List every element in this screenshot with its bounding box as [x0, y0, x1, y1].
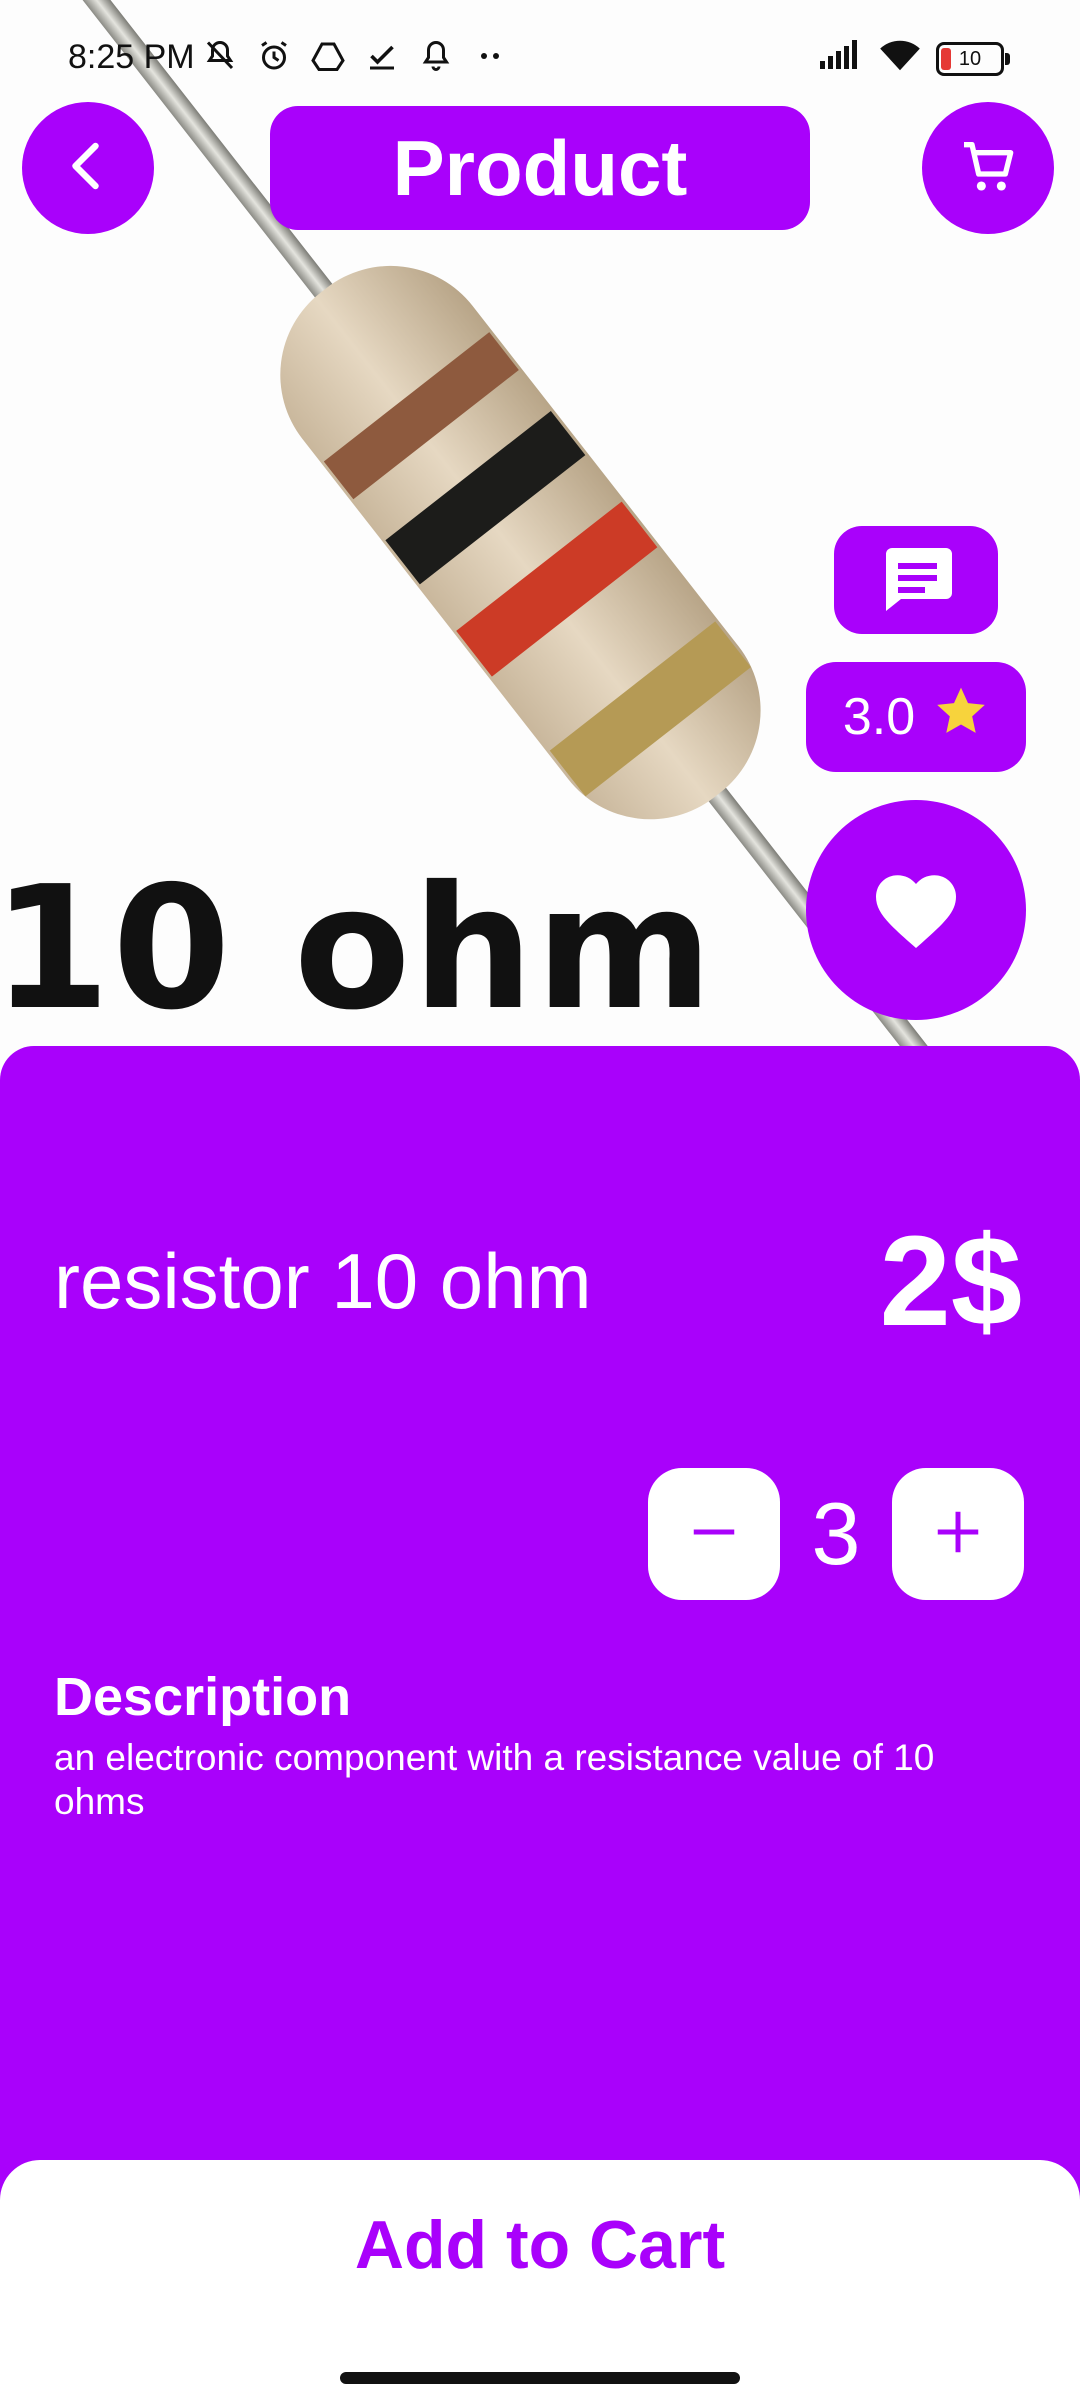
decrease-quantity-button[interactable] [648, 1468, 780, 1600]
bell-icon [416, 36, 456, 76]
description-heading: Description [54, 1667, 352, 1727]
system-icons: 10 [818, 36, 1010, 81]
home-indicator[interactable] [340, 2372, 740, 2384]
product-name: resistor 10 ohm [54, 1237, 592, 1325]
description-text: an electronic component with a resistanc… [54, 1737, 935, 1822]
wifi-icon [878, 36, 922, 81]
product-screen: 10 ohm 8:25 PM 10 Product 3.0 resistor 1… [0, 0, 1080, 2400]
add-to-cart-button[interactable]: Add to Cart [240, 2180, 840, 2310]
status-time: 8:25 PM [68, 38, 195, 76]
image-caption: 10 ohm [0, 850, 715, 1048]
notification-icons [200, 36, 510, 76]
shopping-cart-icon [956, 134, 1020, 203]
reviews-button[interactable] [834, 526, 998, 634]
alarm-icon [254, 36, 294, 76]
more-dots-icon [470, 36, 510, 76]
drive-icon [308, 36, 348, 76]
mute-icon [200, 36, 240, 76]
check-icon [362, 36, 402, 76]
chevron-left-icon [58, 136, 118, 201]
back-button[interactable] [22, 102, 154, 234]
cart-button[interactable] [922, 102, 1054, 234]
product-price: 2$ [879, 1210, 1022, 1353]
rating-badge[interactable]: 3.0 [806, 662, 1026, 772]
rating-value: 3.0 [842, 688, 916, 746]
battery-level: 10 [958, 47, 982, 70]
quantity-stepper: 3 [648, 1468, 1024, 1600]
bottom-action-bar: Add to Cart [0, 2160, 1080, 2400]
signal-icon [818, 37, 864, 80]
star-icon [933, 683, 989, 752]
comment-icon [877, 542, 955, 619]
favorite-button[interactable] [806, 800, 1026, 1020]
page-title: Product [270, 106, 810, 230]
battery-icon: 10 [936, 41, 1010, 76]
quantity-value: 3 [811, 1484, 861, 1583]
increase-quantity-button[interactable] [892, 1468, 1024, 1600]
plus-icon [931, 1505, 985, 1564]
status-bar: 8:25 PM 10 [0, 0, 1080, 120]
heart-icon [868, 864, 964, 957]
minus-icon [687, 1505, 741, 1564]
